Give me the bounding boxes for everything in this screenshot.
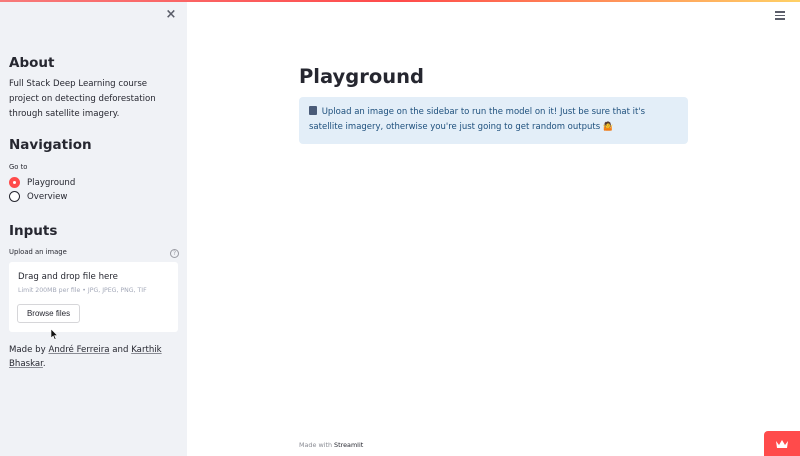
credits-text: Made by André Ferreira and Karthik Bhask… (9, 343, 179, 371)
info-alert: Upload an image on the sidebar to run th… (299, 97, 688, 144)
radio-option-playground[interactable]: Playground (9, 177, 75, 188)
dropzone-limit: Limit 200MB per file • JPG, JPEG, PNG, T… (18, 287, 147, 294)
credits-middle: and (109, 345, 132, 355)
radio-label-playground: Playground (27, 177, 76, 188)
goto-label: Go to (9, 163, 28, 171)
author-link-1[interactable]: André Ferreira (48, 345, 109, 355)
book-icon (309, 106, 317, 115)
radio-option-overview[interactable]: Overview (9, 191, 67, 202)
hamburger-menu-icon[interactable] (775, 11, 785, 22)
footer: Made with Streamlit (299, 441, 363, 449)
radio-selected-icon[interactable] (9, 177, 20, 188)
help-icon[interactable]: ? (170, 249, 179, 258)
dropzone-title: Drag and drop file here (18, 272, 118, 282)
close-icon[interactable]: × (164, 8, 178, 22)
radio-label-overview: Overview (27, 191, 68, 202)
credits-prefix: Made by (9, 345, 49, 355)
about-heading: About (9, 55, 55, 71)
streamlit-link[interactable]: Streamlit (334, 441, 363, 449)
streamlit-crown-button[interactable] (764, 431, 800, 456)
page-title: Playground (299, 65, 424, 88)
footer-prefix: Made with (299, 441, 335, 449)
about-text: Full Stack Deep Learning course project … (9, 79, 156, 119)
browse-files-button[interactable]: Browse files (17, 304, 80, 323)
credits-suffix: . (42, 359, 46, 369)
crown-icon (776, 439, 788, 448)
radio-unselected-icon[interactable] (9, 191, 20, 202)
navigation-heading: Navigation (9, 137, 92, 153)
top-decoration-bar (0, 0, 800, 2)
upload-label: Upload an image (9, 248, 67, 256)
sidebar: × About Full Stack Deep Learning course … (0, 0, 187, 456)
inputs-heading: Inputs (9, 223, 58, 239)
file-dropzone[interactable]: Drag and drop file here Limit 200MB per … (9, 262, 178, 332)
info-message: Upload an image on the sidebar to run th… (309, 107, 646, 132)
